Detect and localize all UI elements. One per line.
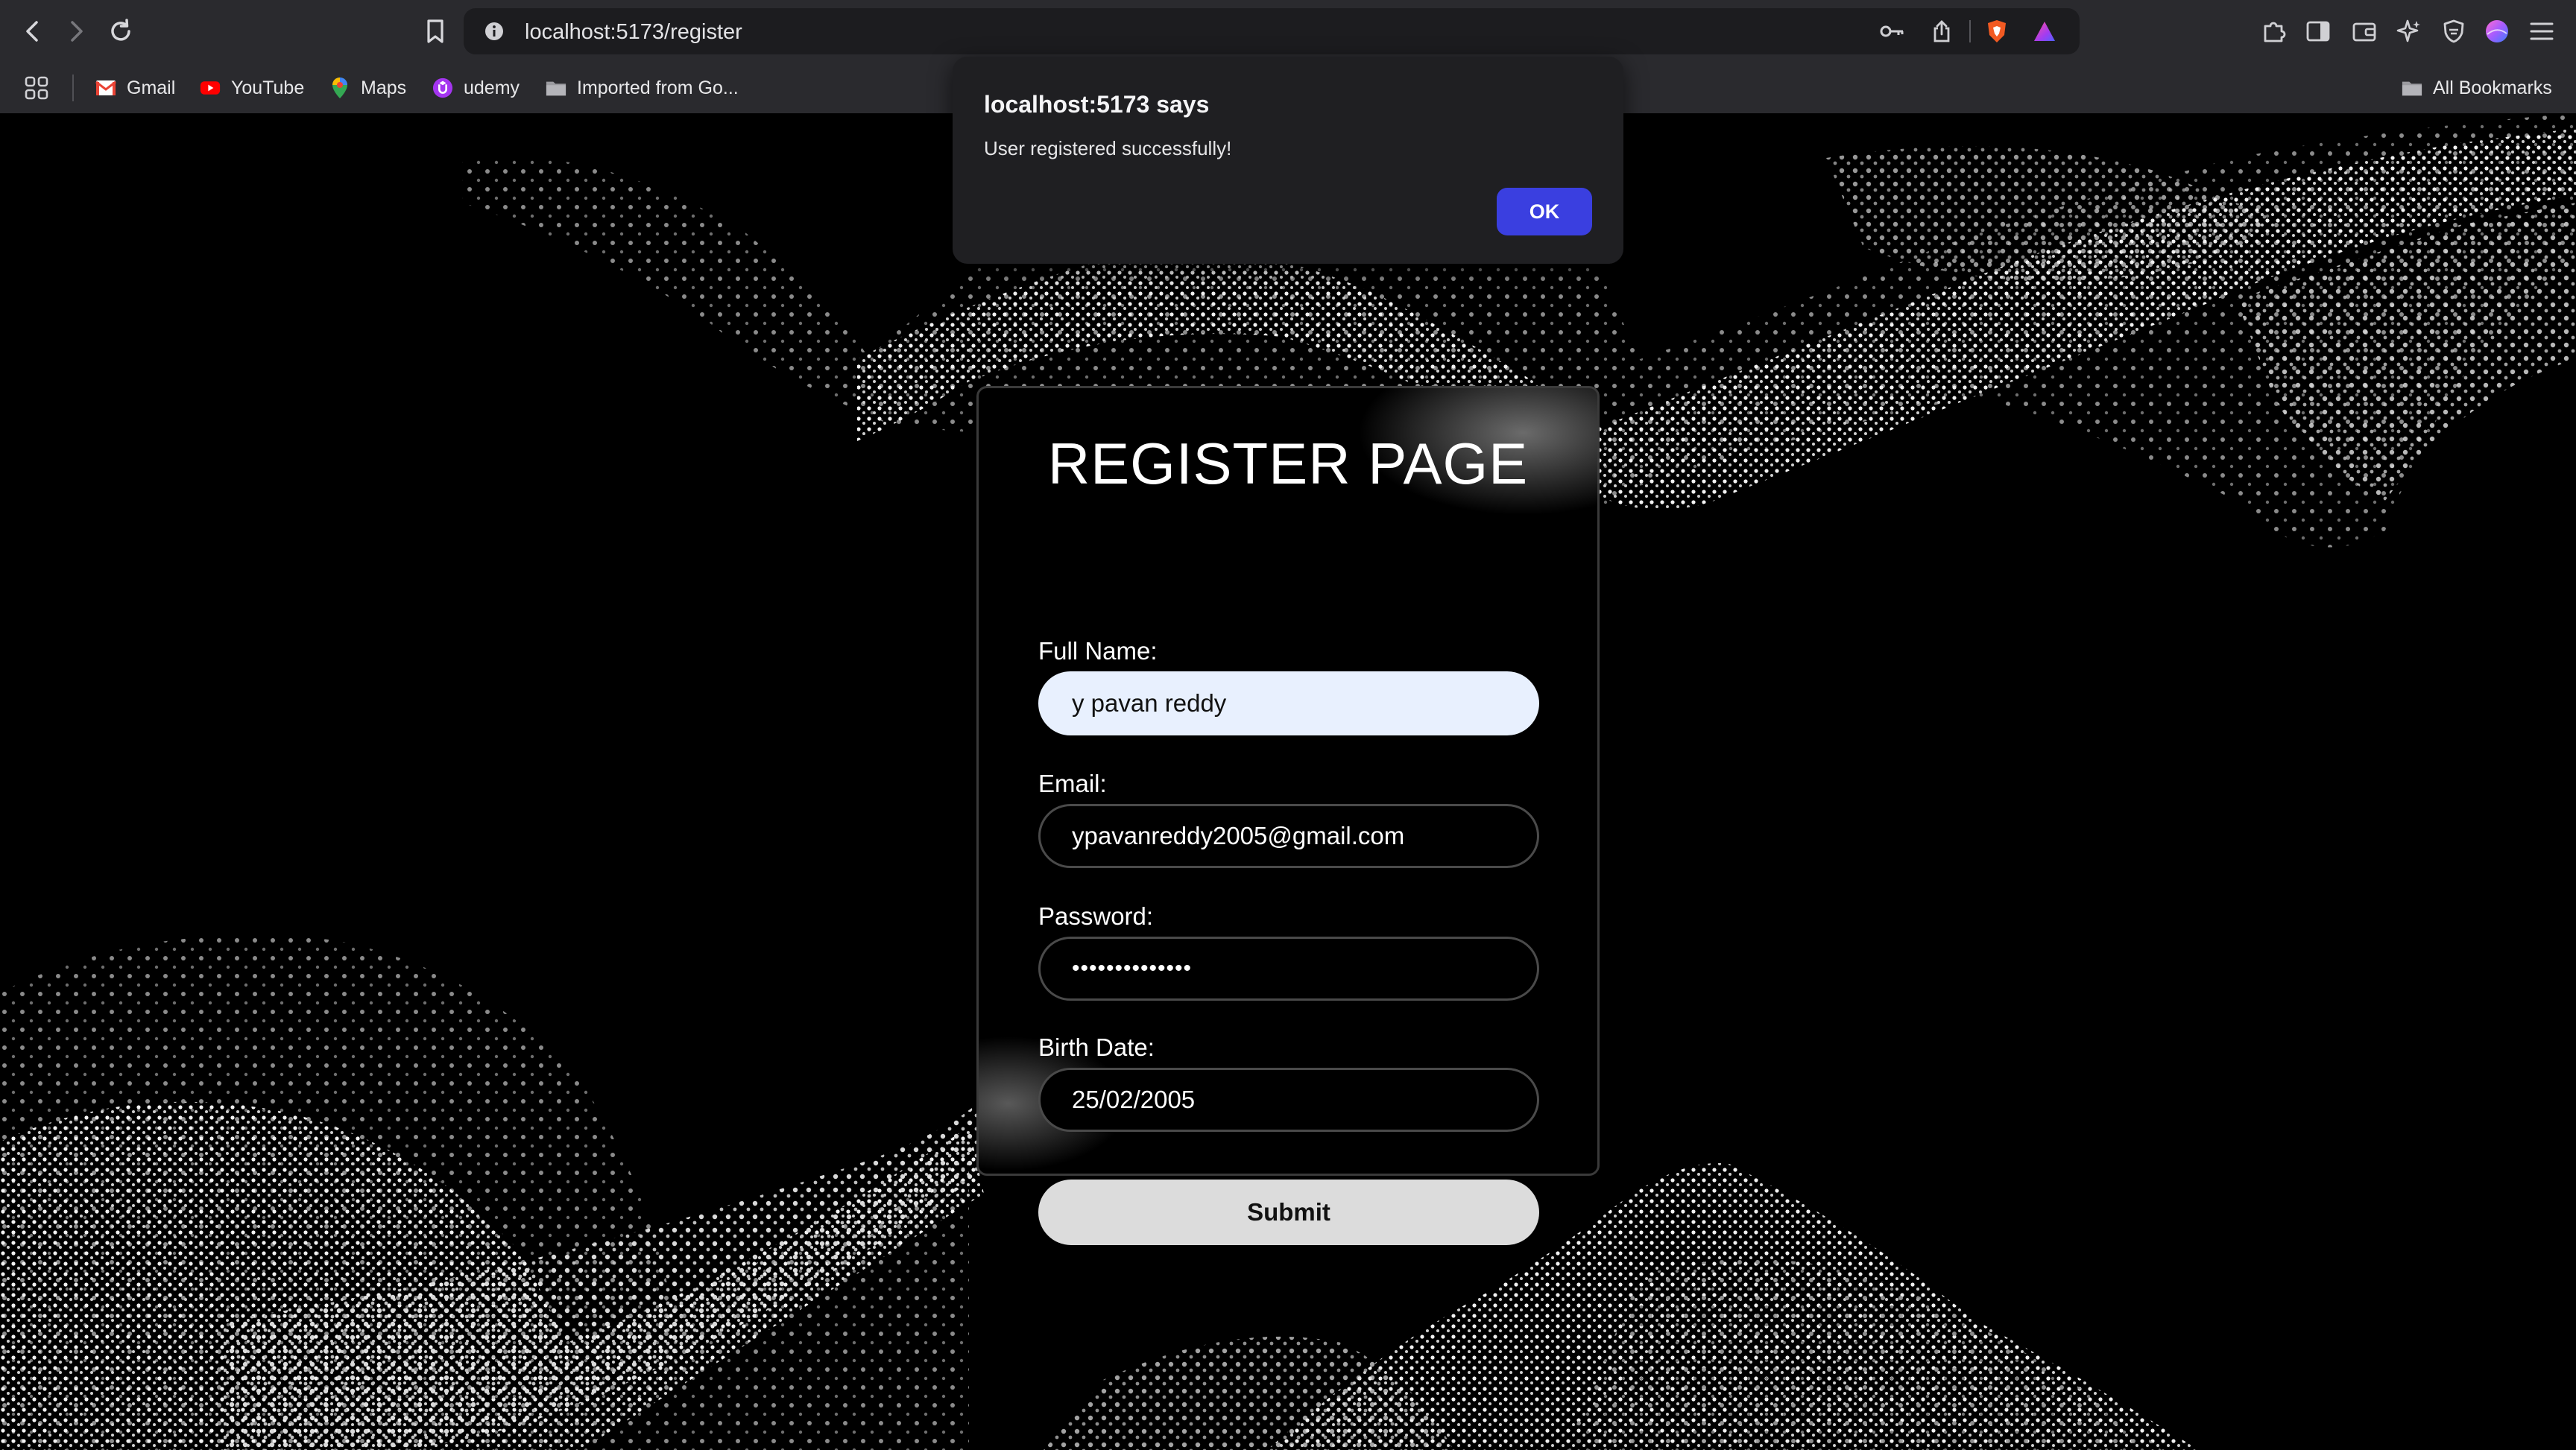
bookmark-youtube[interactable]: YouTube (200, 73, 304, 103)
maps-icon (329, 77, 350, 98)
bookmark-label: YouTube (231, 77, 305, 98)
page-viewport: REGISTER PAGE Full Name: y pavan reddy E… (0, 113, 2576, 1450)
bookmark-label: Imported from Go... (577, 77, 739, 98)
bookmark-gmail[interactable]: Gmail (95, 73, 175, 103)
bookmark-udemy[interactable]: udemy (432, 73, 520, 103)
bookmark-label: Maps (361, 77, 407, 98)
bookmark-label: Gmail (127, 77, 176, 98)
address-divider (1969, 20, 1971, 42)
youtube-icon (200, 77, 221, 98)
forward-icon[interactable] (60, 15, 92, 48)
menu-icon[interactable] (2527, 16, 2557, 46)
password-label: Password: (1038, 902, 1154, 930)
dialog-message: User registered successfully! (984, 137, 1232, 159)
vpn-icon[interactable] (2439, 16, 2469, 46)
full-name-input[interactable]: y pavan reddy (1038, 671, 1539, 735)
udemy-icon (432, 77, 453, 98)
gmail-icon (95, 77, 116, 98)
browser-toolbar: localhost:5173/register (0, 0, 2576, 63)
reload-icon[interactable] (104, 15, 137, 48)
back-icon[interactable] (16, 15, 49, 48)
site-info-icon[interactable] (482, 19, 507, 44)
email-input[interactable]: ypavanreddy2005@gmail.com (1038, 804, 1539, 868)
dialog-title: localhost:5173 says (984, 91, 1210, 118)
email-value: ypavanreddy2005@gmail.com (1072, 822, 1405, 849)
sidebar-icon[interactable] (2303, 16, 2333, 46)
bookmarks-separator (72, 75, 74, 101)
key-icon[interactable] (1880, 19, 1905, 44)
brave-shields-icon[interactable] (1984, 19, 2010, 44)
extensions-icon[interactable] (2258, 16, 2288, 46)
bookmark-imported-folder[interactable]: Imported from Go... (546, 73, 739, 103)
alert-dialog: localhost:5173 says User registered succ… (953, 57, 1623, 264)
register-card: REGISTER PAGE Full Name: y pavan reddy E… (976, 386, 1600, 1245)
folder-icon (2402, 77, 2422, 98)
brave-rewards-icon[interactable] (2032, 19, 2057, 44)
wallet-icon[interactable] (2349, 16, 2379, 46)
url-text: localhost:5173/register (525, 20, 742, 44)
full-name-label: Full Name: (1038, 637, 1158, 665)
profile-avatar-icon[interactable] (2482, 16, 2512, 46)
leo-ai-icon[interactable] (2394, 16, 2424, 46)
birth-date-value: 25/02/2005 (1072, 1086, 1196, 1113)
birth-date-label: Birth Date: (1038, 1033, 1155, 1061)
email-label: Email: (1038, 770, 1107, 797)
bookmark-maps[interactable]: Maps (329, 73, 406, 103)
apps-grid-icon[interactable] (24, 73, 49, 103)
bookmark-page-icon[interactable] (419, 15, 452, 48)
share-icon[interactable] (1929, 19, 1954, 44)
bookmark-label: udemy (464, 77, 520, 98)
all-bookmarks-button[interactable]: All Bookmarks (2402, 73, 2552, 103)
ok-button[interactable]: OK (1497, 188, 1592, 235)
password-value: •••••••••••••• (1072, 956, 1193, 981)
screen: localhost:5173/register Gmail YouTube Ma… (0, 0, 2576, 1450)
submit-button[interactable]: Submit (1038, 1180, 1539, 1245)
birth-date-input[interactable]: 25/02/2005 (1038, 1068, 1539, 1132)
page-title: REGISTER PAGE (1047, 431, 1529, 496)
folder-icon (546, 77, 566, 98)
address-bar[interactable]: localhost:5173/register (464, 8, 2080, 54)
password-input[interactable]: •••••••••••••• (1038, 937, 1539, 1001)
all-bookmarks-label: All Bookmarks (2433, 77, 2552, 98)
full-name-value: y pavan reddy (1072, 689, 1227, 717)
